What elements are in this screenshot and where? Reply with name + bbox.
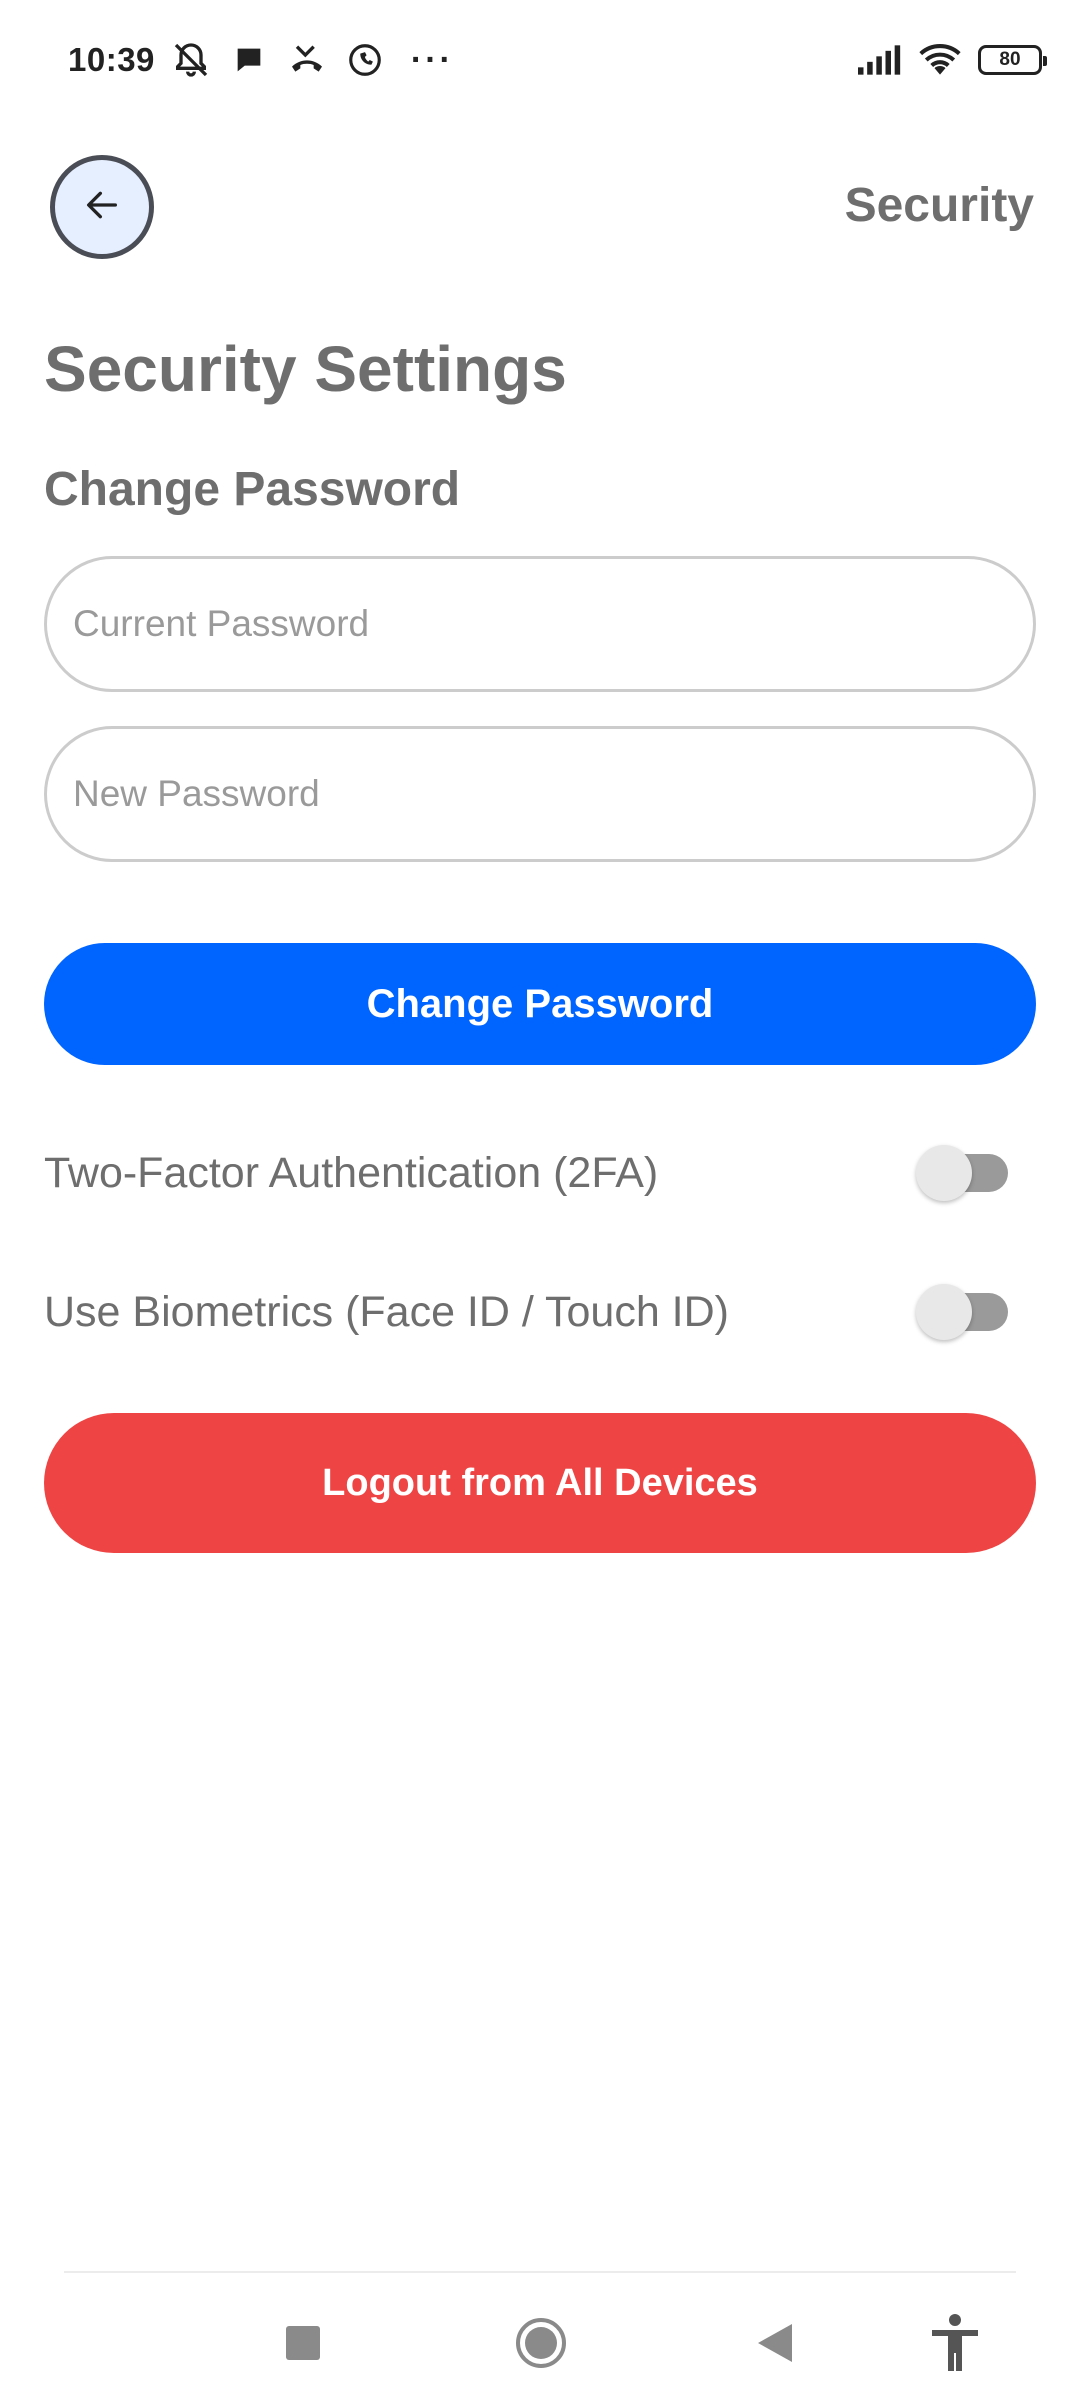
change-password-button[interactable]: Change Password [44,943,1036,1065]
accessibility-button[interactable] [920,2310,990,2380]
security-screen: 10:39 ··· 80 Security Security Settings … [0,0,1080,2400]
change-password-section-title: Change Password [44,463,461,516]
back-button[interactable] [50,155,154,259]
biometrics-row: Use Biometrics (Face ID / Touch ID) [44,1272,1036,1352]
biometrics-toggle[interactable] [916,1284,1008,1340]
toggle-thumb [916,1145,972,1201]
nav-divider [64,2271,1016,2273]
status-left: 10:39 ··· [68,38,454,82]
status-right: 80 [858,38,1047,82]
battery-icon: 80 [978,45,1047,75]
system-back-button[interactable] [740,2310,810,2380]
missed-call-icon [285,38,329,82]
recents-square-icon [285,2325,321,2366]
two-factor-label: Two-Factor Authentication (2FA) [44,1148,659,1197]
arrow-left-icon [82,185,122,230]
more-dots-icon: ··· [410,40,454,79]
recents-button[interactable] [268,2310,338,2380]
home-button[interactable] [506,2310,576,2380]
accessibility-icon [929,2313,981,2378]
status-bar: 10:39 ··· 80 [0,0,1080,120]
toggle-thumb [916,1284,972,1340]
signal-icon [858,38,902,82]
logout-all-devices-button[interactable]: Logout from All Devices [44,1413,1036,1553]
biometrics-label: Use Biometrics (Face ID / Touch ID) [44,1287,729,1336]
wifi-icon [918,38,962,82]
status-time: 10:39 [68,41,155,78]
header-title: Security [844,179,1034,232]
current-password-input[interactable] [44,556,1036,692]
mute-bell-icon [169,38,213,82]
new-password-input[interactable] [44,726,1036,862]
whatsapp-icon [343,38,387,82]
home-circle-icon [515,2317,567,2374]
page-title: Security Settings [44,333,567,405]
chat-bubble-icon [227,38,271,82]
back-triangle-icon [756,2322,794,2369]
system-nav-bar [0,2290,1080,2400]
two-factor-toggle[interactable] [916,1145,1008,1201]
two-factor-row: Two-Factor Authentication (2FA) [44,1133,1036,1213]
